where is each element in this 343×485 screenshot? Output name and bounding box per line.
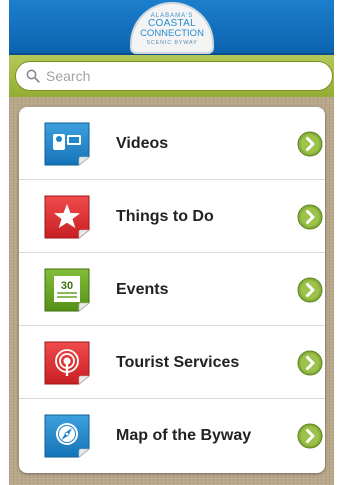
main-menu: Videos Things to Do 30 Events Tourist Se… bbox=[19, 107, 325, 473]
chevron-right-icon[interactable] bbox=[297, 350, 323, 376]
menu-item-things-to-do[interactable]: Things to Do bbox=[19, 180, 325, 253]
logo-line-3: CONNECTION bbox=[140, 28, 204, 39]
star-icon bbox=[44, 195, 90, 239]
calendar-day: 30 bbox=[61, 280, 73, 292]
header-bar: ALABAMA'S COASTAL CONNECTION SCENIC BYWA… bbox=[9, 0, 334, 55]
chevron-right-icon[interactable] bbox=[297, 204, 323, 230]
info-signal-icon bbox=[44, 341, 90, 385]
byway-logo: ALABAMA'S COASTAL CONNECTION SCENIC BYWA… bbox=[130, 2, 214, 54]
search-bar: Search bbox=[9, 55, 334, 97]
menu-item-label: Tourist Services bbox=[116, 354, 240, 371]
compass-icon bbox=[44, 414, 90, 458]
content-area: Videos Things to Do 30 Events Tourist Se… bbox=[9, 97, 334, 485]
logo-line-4: SCENIC BYWAY bbox=[146, 40, 198, 46]
menu-item-label: Things to Do bbox=[116, 208, 214, 225]
app-frame: ALABAMA'S COASTAL CONNECTION SCENIC BYWA… bbox=[9, 0, 334, 485]
menu-item-label: Map of the Byway bbox=[116, 427, 252, 444]
search-placeholder: Search bbox=[46, 68, 91, 84]
menu-item-videos[interactable]: Videos bbox=[19, 107, 325, 180]
chevron-right-icon[interactable] bbox=[297, 277, 323, 303]
chevron-right-icon[interactable] bbox=[297, 131, 323, 157]
search-input[interactable]: Search bbox=[15, 61, 333, 91]
menu-item-label: Events bbox=[116, 281, 169, 298]
menu-item-tourist-services[interactable]: Tourist Services bbox=[19, 326, 325, 399]
menu-item-label: Videos bbox=[116, 135, 169, 152]
video-camera-icon bbox=[44, 122, 90, 166]
menu-item-map-of-the-byway[interactable]: Map of the Byway bbox=[19, 399, 325, 472]
calendar-icon: 30 bbox=[44, 268, 90, 312]
menu-item-events[interactable]: 30 Events bbox=[19, 253, 325, 326]
chevron-right-icon[interactable] bbox=[297, 423, 323, 449]
search-icon bbox=[26, 69, 40, 83]
